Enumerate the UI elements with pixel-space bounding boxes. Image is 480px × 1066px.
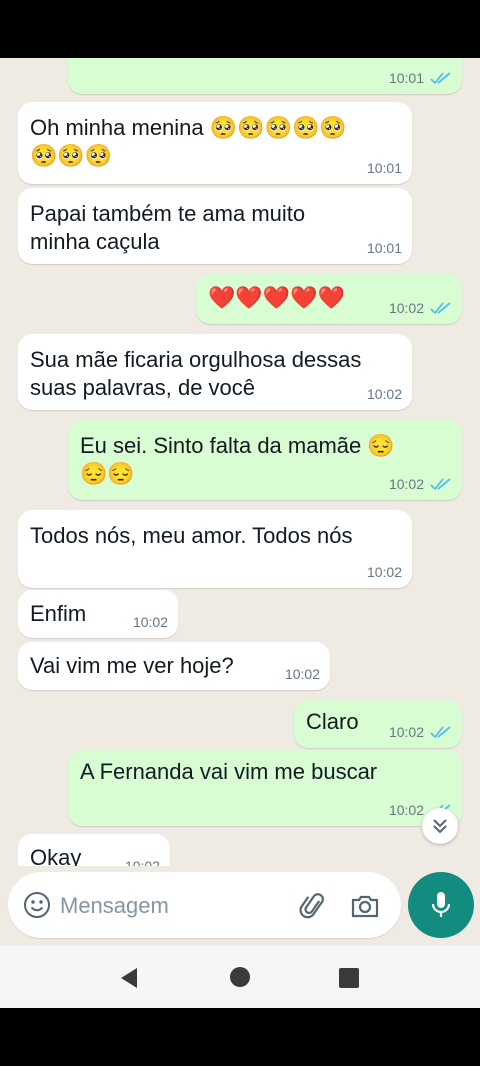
- message-text: Vai vim me ver hoje?: [30, 653, 234, 678]
- recents-square-icon[interactable]: [339, 968, 359, 988]
- message-text: Papai também te ama muito minha caçula: [30, 201, 306, 254]
- back-triangle-icon[interactable]: [117, 966, 141, 990]
- message-bubble-incoming[interactable]: Oh minha menina 🥺🥺🥺🥺🥺 🥺🥺🥺 10:01: [18, 102, 412, 184]
- message-text: Oh minha menina 🥺🥺🥺🥺🥺 🥺🥺🥺: [30, 115, 347, 168]
- message-time: 10:02: [366, 564, 402, 580]
- smiley-icon[interactable]: [23, 891, 51, 919]
- message-time: 10:01: [388, 70, 424, 86]
- microphone-icon: [431, 892, 451, 917]
- message-time: 10:02: [388, 802, 424, 818]
- message-placeholder: Mensagem: [60, 893, 169, 918]
- message-text: Todos nós, meu amor. Todos nós: [30, 523, 353, 548]
- message-bubble-incoming[interactable]: Papai também te ama muito minha caçula 1…: [18, 188, 412, 264]
- message-bubble-outgoing[interactable]: 10:01: [68, 58, 462, 94]
- message-bubble-incoming[interactable]: Okay 10:02: [18, 834, 170, 866]
- home-circle-icon[interactable]: [230, 967, 250, 987]
- message-bubble-incoming[interactable]: Enfim 10:02: [18, 590, 178, 638]
- scroll-to-bottom-button[interactable]: [422, 808, 458, 844]
- message-bubble-outgoing[interactable]: ❤️❤️❤️❤️❤️ 10:02: [196, 274, 462, 324]
- bottom-bezel: [0, 1008, 480, 1066]
- read-ticks-icon: [430, 302, 451, 315]
- paperclip-icon[interactable]: [298, 890, 330, 922]
- microphone-button[interactable]: [408, 872, 474, 938]
- message-bubble-incoming[interactable]: Todos nós, meu amor. Todos nós 10:02: [18, 510, 412, 588]
- message-bubble-incoming[interactable]: Sua mãe ficaria orgulhosa dessas suas pa…: [18, 334, 412, 410]
- message-time: 10:02: [388, 724, 424, 740]
- double-chevron-down-icon: [433, 819, 447, 834]
- read-ticks-icon: [430, 726, 451, 739]
- read-ticks-icon: [430, 72, 451, 85]
- message-input[interactable]: Mensagem: [8, 872, 401, 938]
- camera-icon[interactable]: [349, 890, 381, 922]
- message-time: 10:02: [284, 666, 320, 682]
- message-bubble-incoming[interactable]: Vai vim me ver hoje? 10:02: [18, 642, 330, 690]
- message-time: 10:02: [366, 386, 402, 402]
- status-bar-area: [0, 0, 480, 58]
- message-bubble-outgoing[interactable]: A Fernanda vai vim me buscar 10:02: [68, 750, 462, 826]
- chat-area[interactable]: 10:01 Oh minha menina 🥺🥺🥺🥺🥺 🥺🥺🥺 10:01 Pa…: [0, 58, 480, 866]
- message-time: 10:02: [388, 476, 424, 492]
- message-composer: Mensagem: [0, 866, 480, 946]
- message-text: A Fernanda vai vim me buscar: [80, 759, 378, 784]
- message-time: 10:01: [366, 160, 402, 176]
- message-bubble-outgoing[interactable]: Eu sei. Sinto falta da mamãe 😔 😔😔 10:02: [68, 420, 462, 500]
- message-time: 10:02: [132, 614, 168, 630]
- message-time: 10:01: [366, 240, 402, 256]
- system-navigation-bar: [0, 946, 480, 1008]
- read-ticks-icon: [430, 478, 451, 491]
- message-time: 10:02: [124, 858, 160, 866]
- message-bubble-outgoing[interactable]: Claro 10:02: [294, 700, 462, 748]
- message-time: 10:02: [388, 300, 424, 316]
- message-text: Sua mãe ficaria orgulhosa dessas suas pa…: [30, 347, 362, 400]
